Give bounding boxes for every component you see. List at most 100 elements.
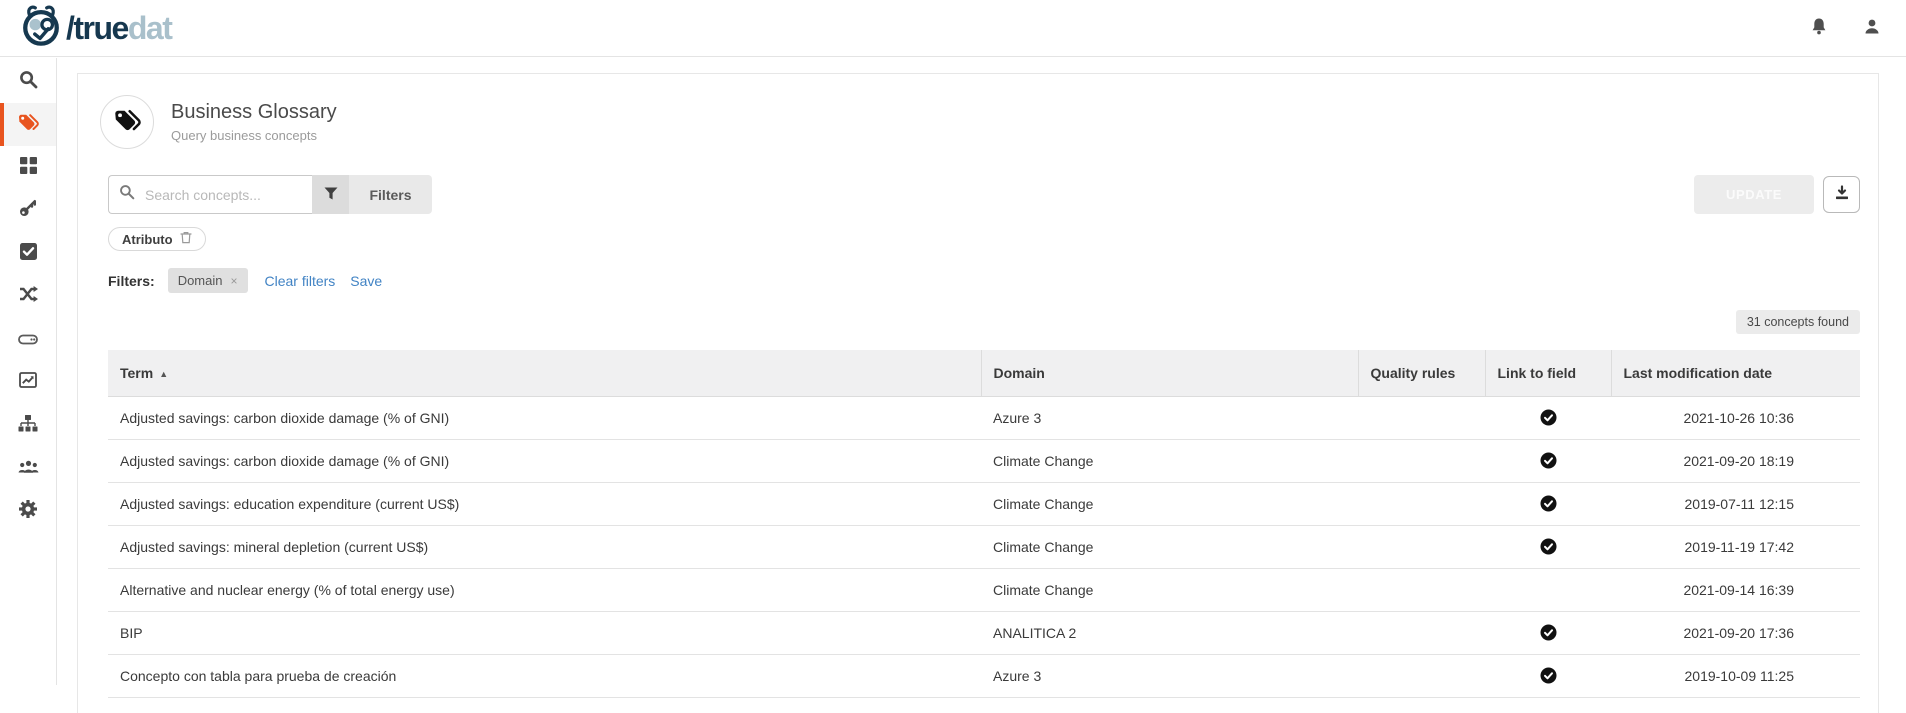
domain-cell: Azure 3: [981, 654, 1358, 697]
term-cell[interactable]: Adjusted savings: mineral depletion (cur…: [108, 525, 981, 568]
sitemap-icon: [18, 415, 38, 437]
save-filters-link[interactable]: Save: [350, 273, 382, 289]
last-modification-date-cell: 2019-11-19 17:42: [1611, 525, 1860, 568]
sidebar-item-groups[interactable]: [0, 447, 56, 490]
page-subtitle: Query business concepts: [171, 128, 337, 143]
table-header-row: Term▲ Domain Quality rules Link to field…: [108, 350, 1860, 396]
sidebar-item-relations[interactable]: [0, 275, 56, 318]
sidebar-item-quality[interactable]: [0, 232, 56, 275]
sidebar-item-search[interactable]: [0, 60, 56, 103]
atributo-chip-label: Atributo: [122, 232, 173, 247]
check-square-icon: [20, 243, 37, 265]
shuffle-icon: [19, 286, 38, 307]
sort-asc-icon: ▲: [159, 369, 168, 379]
remove-filter-icon[interactable]: ×: [230, 275, 237, 287]
user-icon: [1863, 18, 1881, 39]
column-header-quality-rules[interactable]: Quality rules: [1358, 350, 1485, 396]
link-check-icon: [1540, 409, 1557, 426]
column-header-domain[interactable]: Domain: [981, 350, 1358, 396]
sidebar-item-dashboards[interactable]: [0, 361, 56, 404]
sidebar-item-settings[interactable]: [0, 490, 56, 533]
bell-icon: [1810, 17, 1828, 39]
clear-filters-link[interactable]: Clear filters: [265, 273, 336, 289]
domain-cell: Climate Change: [981, 439, 1358, 482]
page-header-text: Business Glossary Query business concept…: [171, 101, 337, 143]
link-check-icon: [1540, 495, 1557, 512]
link-to-field-cell: [1485, 568, 1611, 611]
results-count-row: 31 concepts found: [78, 310, 1860, 334]
download-button[interactable]: [1823, 176, 1860, 213]
search-box: [108, 175, 312, 214]
page-header-icon-circle: [100, 95, 154, 149]
applied-template-chips: Atributo: [108, 227, 1878, 251]
toolbar: Filters UPDATE: [108, 175, 1860, 214]
term-cell[interactable]: Adjusted savings: carbon dioxide damage …: [108, 396, 981, 439]
link-to-field-cell: [1485, 482, 1611, 525]
users-icon: [18, 459, 39, 479]
table-row[interactable]: Adjusted savings: education expenditure …: [108, 482, 1860, 525]
sidebar-item-lineage[interactable]: [0, 404, 56, 447]
table-row[interactable]: Concepto con tabla para prueba de creaci…: [108, 654, 1860, 697]
table-row[interactable]: Adjusted savings: carbon dioxide damage …: [108, 439, 1860, 482]
column-header-term[interactable]: Term▲: [108, 350, 981, 396]
quality-rules-cell: [1358, 611, 1485, 654]
filter-funnel-button[interactable]: [312, 175, 349, 214]
funnel-icon: [324, 187, 338, 203]
link-to-field-cell: [1485, 654, 1611, 697]
update-button[interactable]: UPDATE: [1694, 175, 1814, 214]
atributo-chip[interactable]: Atributo: [108, 227, 206, 251]
tags-icon: [114, 108, 141, 137]
search-input[interactable]: [143, 186, 293, 204]
term-cell[interactable]: Adjusted savings: education expenditure …: [108, 482, 981, 525]
sidebar-item-business-glossary[interactable]: [0, 103, 56, 146]
link-check-icon: [1540, 624, 1557, 641]
link-check-icon: [1540, 538, 1557, 555]
truedat-logo[interactable]: /truedat: [20, 3, 171, 54]
owl-logo-icon: [20, 3, 62, 54]
business-glossary-panel: Business Glossary Query business concept…: [77, 73, 1879, 713]
table-row[interactable]: Adjusted savings: carbon dioxide damage …: [108, 396, 1860, 439]
column-header-last-modification-date[interactable]: Last modification date: [1611, 350, 1860, 396]
quality-rules-cell: [1358, 439, 1485, 482]
last-modification-date-cell: 2019-10-09 11:25: [1611, 654, 1860, 697]
drive-icon: [18, 329, 38, 350]
link-to-field-cell: [1485, 396, 1611, 439]
term-cell[interactable]: Alternative and nuclear energy (% of tot…: [108, 568, 981, 611]
term-cell[interactable]: BIP: [108, 611, 981, 654]
table-row[interactable]: Alternative and nuclear energy (% of tot…: [108, 568, 1860, 611]
term-cell[interactable]: Adjusted savings: carbon dioxide damage …: [108, 439, 981, 482]
sidebar-item-data-structures[interactable]: [0, 318, 56, 361]
last-modification-date-cell: 2021-09-20 17:36: [1611, 611, 1860, 654]
sidebar-item-modules[interactable]: [0, 146, 56, 189]
sidebar-item-permissions[interactable]: [0, 189, 56, 232]
concepts-table-wrap: Term▲ Domain Quality rules Link to field…: [108, 350, 1860, 698]
notifications-button[interactable]: [1810, 17, 1828, 39]
link-check-icon: [1540, 452, 1557, 469]
column-header-link-to-field[interactable]: Link to field: [1485, 350, 1611, 396]
quality-rules-cell: [1358, 654, 1485, 697]
domain-cell: ANALITICA 2: [981, 611, 1358, 654]
page-header: Business Glossary Query business concept…: [78, 74, 1878, 149]
sidebar-nav: [0, 58, 57, 685]
trash-icon[interactable]: [180, 231, 192, 247]
domain-filter-chip[interactable]: Domain ×: [168, 268, 248, 293]
table-row[interactable]: BIP ANALITICA 2 2021-09-20 17:36: [108, 611, 1860, 654]
quality-rules-cell: [1358, 482, 1485, 525]
domain-cell: Climate Change: [981, 568, 1358, 611]
concepts-table: Term▲ Domain Quality rules Link to field…: [108, 350, 1860, 698]
quality-rules-cell: [1358, 568, 1485, 611]
last-modification-date-cell: 2021-09-20 18:19: [1611, 439, 1860, 482]
quality-rules-cell: [1358, 525, 1485, 568]
table-row[interactable]: Adjusted savings: mineral depletion (cur…: [108, 525, 1860, 568]
user-menu-button[interactable]: [1863, 18, 1881, 39]
filters-button[interactable]: Filters: [349, 175, 432, 214]
tags-icon: [18, 113, 39, 136]
last-modification-date-cell: 2021-10-26 10:36: [1611, 396, 1860, 439]
link-to-field-cell: [1485, 611, 1611, 654]
quality-rules-cell: [1358, 396, 1485, 439]
gear-icon: [19, 500, 37, 523]
active-filters-bar: Filters: Domain × Clear filters Save: [108, 268, 1878, 293]
term-cell[interactable]: Concepto con tabla para prueba de creaci…: [108, 654, 981, 697]
link-check-icon: [1540, 667, 1557, 684]
domain-cell: Azure 3: [981, 396, 1358, 439]
